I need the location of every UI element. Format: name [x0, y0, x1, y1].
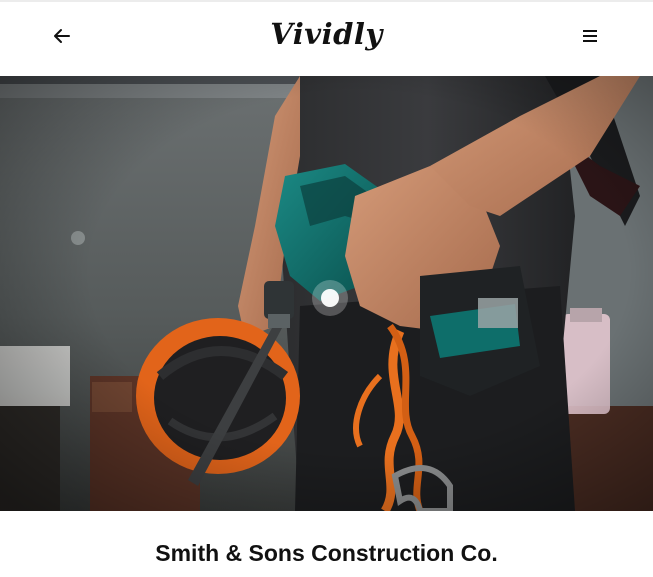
hamburger-menu-icon [583, 30, 597, 42]
app-frame: Vividly Smith & Sons Construction Co. [0, 0, 653, 577]
hero-image [0, 76, 653, 511]
menu-button[interactable] [576, 22, 604, 50]
top-header: Vividly [0, 2, 653, 76]
brand-logo[interactable]: Vividly [0, 16, 653, 52]
business-title: Smith & Sons Construction Co. [155, 540, 498, 566]
construction-worker-photo [0, 76, 653, 511]
